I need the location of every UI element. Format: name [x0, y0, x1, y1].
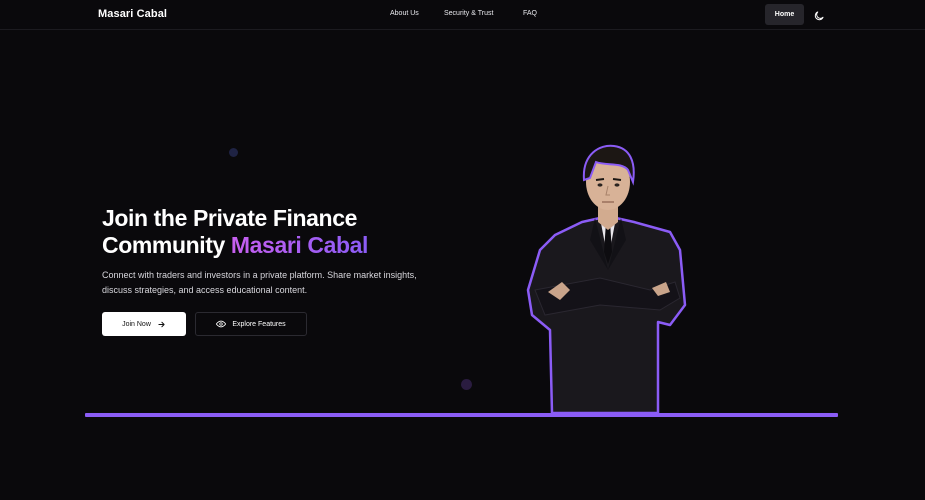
join-now-button[interactable]: Join Now [102, 312, 186, 336]
hero-baseline-divider [85, 413, 838, 417]
nav-link-security-trust[interactable]: Security & Trust [444, 10, 493, 17]
hero-title: Join the Private Finance Community Masar… [102, 205, 442, 259]
decorative-dot [461, 379, 472, 390]
arrow-right-icon [158, 321, 165, 327]
businessman-illustration [526, 144, 687, 415]
decorative-dot [229, 148, 238, 157]
hero-title-accent: Masari Cabal [230, 232, 369, 258]
theme-toggle-button[interactable] [813, 9, 825, 21]
nav-link-faq[interactable]: FAQ [523, 10, 537, 17]
eye-icon [216, 320, 227, 328]
join-now-label: Join Now [122, 320, 151, 328]
hero-subtitle: Connect with traders and investors in a … [102, 270, 417, 295]
explore-features-button[interactable]: Explore Features [195, 312, 307, 336]
moon-icon [814, 11, 824, 21]
brand-logo[interactable]: Masari Cabal [98, 8, 167, 20]
explore-features-label: Explore Features [232, 320, 286, 328]
home-button[interactable]: Home [765, 4, 804, 25]
navbar: Masari Cabal About Us Security & Trust F… [0, 0, 925, 30]
hero-title-line1: Join the Private Finance [102, 205, 357, 231]
nav-link-about-us[interactable]: About Us [390, 10, 419, 17]
hero-title-line2: Community [102, 232, 225, 258]
